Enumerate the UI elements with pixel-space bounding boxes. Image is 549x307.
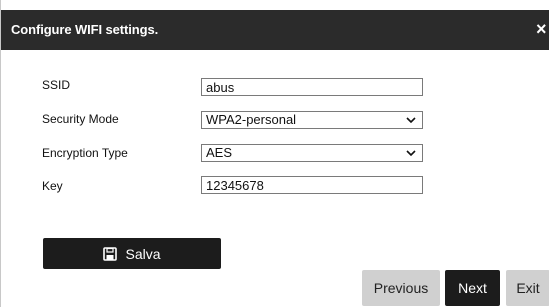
dialog-titlebar: Configure WIFI settings. ×	[1, 10, 549, 50]
exit-button[interactable]: Exit	[506, 270, 549, 306]
encryption-type-select[interactable]: AES	[201, 144, 423, 162]
floppy-disk-icon	[103, 246, 118, 261]
dialog-title: Configure WIFI settings.	[11, 22, 159, 37]
security-mode-label: Security Mode	[42, 112, 119, 126]
ssid-input[interactable]	[201, 78, 423, 96]
previous-button[interactable]: Previous	[362, 270, 440, 306]
key-label: Key	[42, 179, 63, 193]
encryption-type-value: AES	[206, 145, 233, 160]
security-mode-select[interactable]: WPA2-personal	[201, 111, 423, 129]
save-button-label: Salva	[125, 245, 161, 262]
chevron-down-icon	[406, 117, 416, 124]
key-input[interactable]	[201, 176, 423, 194]
ssid-label: SSID	[42, 78, 71, 92]
save-button[interactable]: Salva	[43, 238, 221, 269]
chevron-down-icon	[406, 150, 416, 157]
wifi-settings-dialog: Configure WIFI settings. × SSID Security…	[0, 0, 549, 307]
close-icon[interactable]: ×	[536, 19, 549, 39]
next-button[interactable]: Next	[445, 270, 500, 306]
security-mode-value: WPA2-personal	[206, 112, 297, 127]
encryption-type-label: Encryption Type	[42, 146, 128, 160]
